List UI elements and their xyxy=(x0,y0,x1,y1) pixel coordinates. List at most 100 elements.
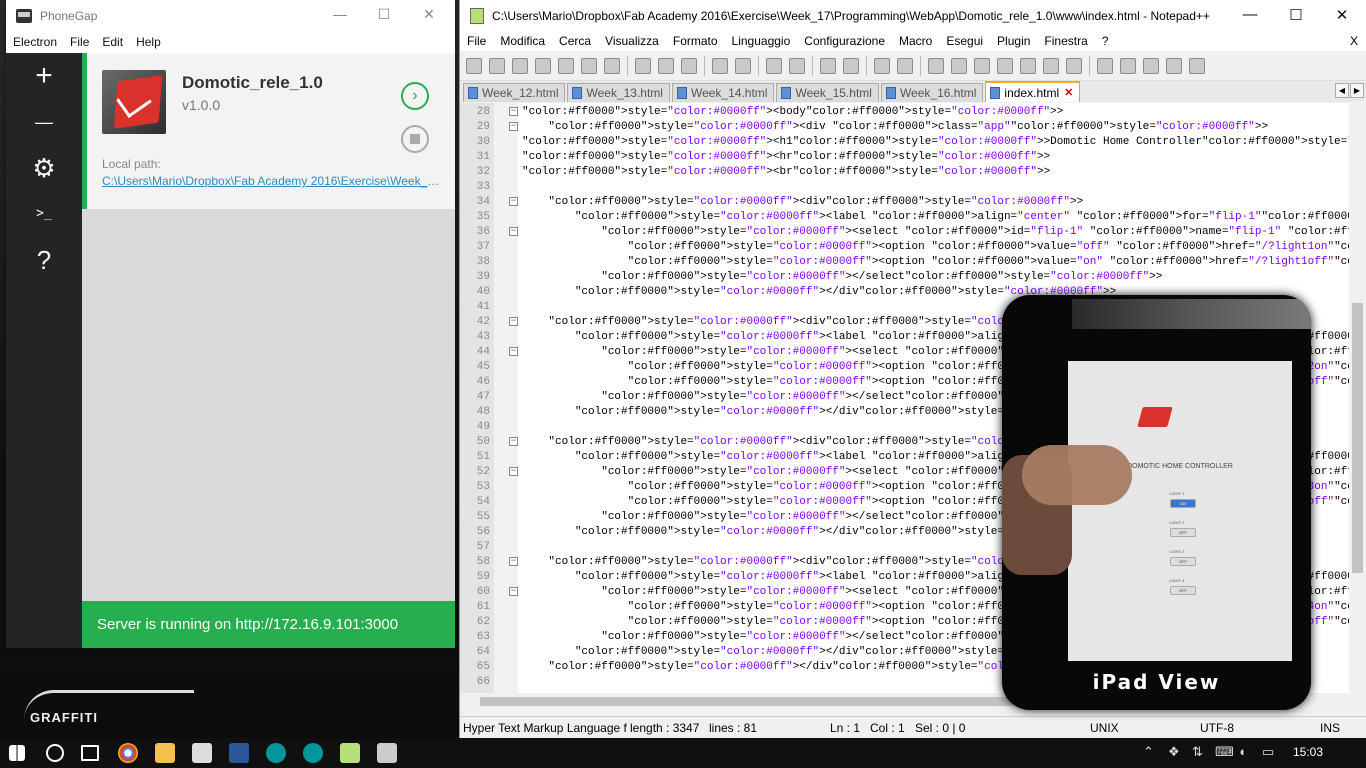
zoom-in-icon[interactable] xyxy=(820,57,836,74)
notepad-plus-plus-icon[interactable] xyxy=(340,743,360,763)
close-button[interactable]: ✕ xyxy=(1319,6,1365,24)
action-center-icon[interactable]: ▭ xyxy=(1262,744,1274,760)
word-wrap-icon[interactable] xyxy=(928,57,944,74)
menu-modifica[interactable]: Modifica xyxy=(500,34,545,48)
zoom-out-icon[interactable] xyxy=(843,57,859,74)
tab-week-15[interactable]: Week_15.html xyxy=(776,83,879,102)
vertical-scrollbar[interactable] xyxy=(1349,103,1366,693)
sync-horizontal-icon[interactable] xyxy=(897,57,913,74)
menu-help[interactable]: Help xyxy=(136,35,161,49)
save-icon[interactable] xyxy=(512,57,528,74)
menu-help[interactable]: ? xyxy=(1102,34,1109,48)
stop-server-icon[interactable] xyxy=(401,125,429,153)
close-document-button[interactable]: X xyxy=(1350,34,1358,48)
close-all-icon[interactable] xyxy=(581,57,597,74)
tab-week-16[interactable]: Week_16.html xyxy=(880,83,984,102)
fold-toggle-icon[interactable]: − xyxy=(509,347,518,356)
chrome-icon[interactable] xyxy=(118,743,138,763)
undo-icon[interactable] xyxy=(712,57,728,74)
settings-gear-icon[interactable]: ⚙ xyxy=(6,148,82,188)
fold-toggle-icon[interactable]: − xyxy=(509,227,518,236)
volume-icon[interactable]: ◖ xyxy=(1238,744,1246,759)
code-line[interactable]: 29 − "color:#ff0000">style="color:#0000ff… xyxy=(460,120,1340,135)
code-line[interactable]: 28 − "color:#ff0000">style="color:#0000ff"… xyxy=(460,105,1340,120)
remove-project-icon[interactable]: — xyxy=(6,102,82,142)
menu-configurazione[interactable]: Configurazione xyxy=(804,34,885,48)
menu-linguaggio[interactable]: Linguaggio xyxy=(732,34,791,48)
code-line[interactable]: 36 − "color:#ff0000">style="color:#0000ff… xyxy=(460,225,1366,240)
save-macro-icon[interactable] xyxy=(1189,57,1205,74)
store-icon[interactable] xyxy=(192,743,212,763)
cut-icon[interactable] xyxy=(635,57,651,74)
menu-plugin[interactable]: Plugin xyxy=(997,34,1030,48)
local-path-link[interactable]: C:\Users\Mario\Dropbox\Fab Academy 2016\… xyxy=(102,174,442,188)
close-button[interactable]: ✕ xyxy=(406,6,452,23)
minimize-button[interactable]: — xyxy=(1227,6,1273,23)
menu-file[interactable]: File xyxy=(70,35,89,49)
minimize-button[interactable]: — xyxy=(317,6,363,22)
code-line[interactable]: 33 xyxy=(460,180,1340,195)
phonegap-icon[interactable] xyxy=(377,743,397,763)
new-file-icon[interactable] xyxy=(466,57,482,74)
code-line[interactable]: 35 "color:#ff0000">style="color:#0000ff"… xyxy=(460,210,1366,225)
fold-toggle-icon[interactable]: − xyxy=(509,122,518,131)
arduino-icon[interactable] xyxy=(303,743,323,763)
input-method-icon[interactable]: ⌨ xyxy=(1215,744,1234,760)
menu-finestra[interactable]: Finestra xyxy=(1044,34,1087,48)
sync-vertical-icon[interactable] xyxy=(874,57,890,74)
show-hidden-icons-icon[interactable]: ⌃ xyxy=(1143,744,1154,760)
menu-edit[interactable]: Edit xyxy=(102,35,123,49)
fold-toggle-icon[interactable]: − xyxy=(509,317,518,326)
close-file-icon[interactable] xyxy=(558,57,574,74)
maximize-button[interactable]: ☐ xyxy=(1273,6,1319,24)
run-chevron-icon[interactable]: › xyxy=(401,82,429,110)
menu-esegui[interactable]: Esegui xyxy=(946,34,983,48)
stop-macro-icon[interactable] xyxy=(1120,57,1136,74)
fold-toggle-icon[interactable]: − xyxy=(509,437,518,446)
code-line[interactable]: 34 − "color:#ff0000">style="color:#0000ff… xyxy=(460,195,1340,210)
record-macro-icon[interactable] xyxy=(1097,57,1113,74)
terminal-icon[interactable]: >_ xyxy=(6,194,82,234)
tab-scroll-left-icon[interactable]: ◀ xyxy=(1335,83,1349,98)
dropbox-icon[interactable]: ❖ xyxy=(1168,744,1180,760)
fold-toggle-icon[interactable]: − xyxy=(509,467,518,476)
code-line[interactable]: 39 "color:#ff0000">style="color:#0000ff"… xyxy=(460,270,1340,285)
function-list-icon[interactable] xyxy=(1043,57,1059,74)
replace-icon[interactable] xyxy=(789,57,805,74)
menu-file[interactable]: File xyxy=(467,34,486,48)
fold-toggle-icon[interactable]: − xyxy=(509,107,518,116)
project-card[interactable]: Domotic_rele_1.0 v1.0.0 › Local path: C:… xyxy=(82,53,455,209)
print-icon[interactable] xyxy=(604,57,620,74)
tab-week-12[interactable]: Week_12.html xyxy=(463,83,566,102)
code-line[interactable]: 37 "color:#ff0000">style="color:#0000ff"… xyxy=(460,240,1366,255)
open-file-icon[interactable] xyxy=(489,57,505,74)
add-project-icon[interactable]: + xyxy=(6,56,82,96)
menu-cerca[interactable]: Cerca xyxy=(559,34,591,48)
fold-toggle-icon[interactable]: − xyxy=(509,197,518,206)
code-line[interactable]: 30 "color:#ff0000">style="color:#0000ff">… xyxy=(460,135,1366,150)
folder-workspace-icon[interactable] xyxy=(1066,57,1082,74)
fold-toggle-icon[interactable]: − xyxy=(509,557,518,566)
show-all-chars-icon[interactable] xyxy=(951,57,967,74)
find-icon[interactable] xyxy=(766,57,782,74)
doc-map-icon[interactable] xyxy=(1020,57,1036,74)
language-icon[interactable] xyxy=(997,57,1013,74)
tab-week-14[interactable]: Week_14.html xyxy=(671,83,775,102)
tab-scroll-right-icon[interactable]: ▶ xyxy=(1350,83,1364,98)
maximize-button[interactable]: ☐ xyxy=(361,6,407,23)
redo-icon[interactable] xyxy=(735,57,751,74)
menu-formato[interactable]: Formato xyxy=(673,34,718,48)
task-view-icon[interactable] xyxy=(81,745,99,761)
tab-week-13[interactable]: Week_13.html xyxy=(567,83,670,102)
menu-visualizza[interactable]: Visualizza xyxy=(605,34,659,48)
fold-toggle-icon[interactable]: − xyxy=(509,587,518,596)
paste-icon[interactable] xyxy=(681,57,697,74)
word-icon[interactable] xyxy=(229,743,249,763)
save-all-icon[interactable] xyxy=(535,57,551,74)
close-tab-icon[interactable]: ✕ xyxy=(1064,86,1073,99)
menu-electron[interactable]: Electron xyxy=(13,35,57,49)
code-line[interactable]: 32 "color:#ff0000">style="color:#0000ff">… xyxy=(460,165,1340,180)
arduino-icon[interactable] xyxy=(266,743,286,763)
run-macro-multiple-icon[interactable] xyxy=(1166,57,1182,74)
code-line[interactable]: 38 "color:#ff0000">style="color:#0000ff"… xyxy=(460,255,1366,270)
